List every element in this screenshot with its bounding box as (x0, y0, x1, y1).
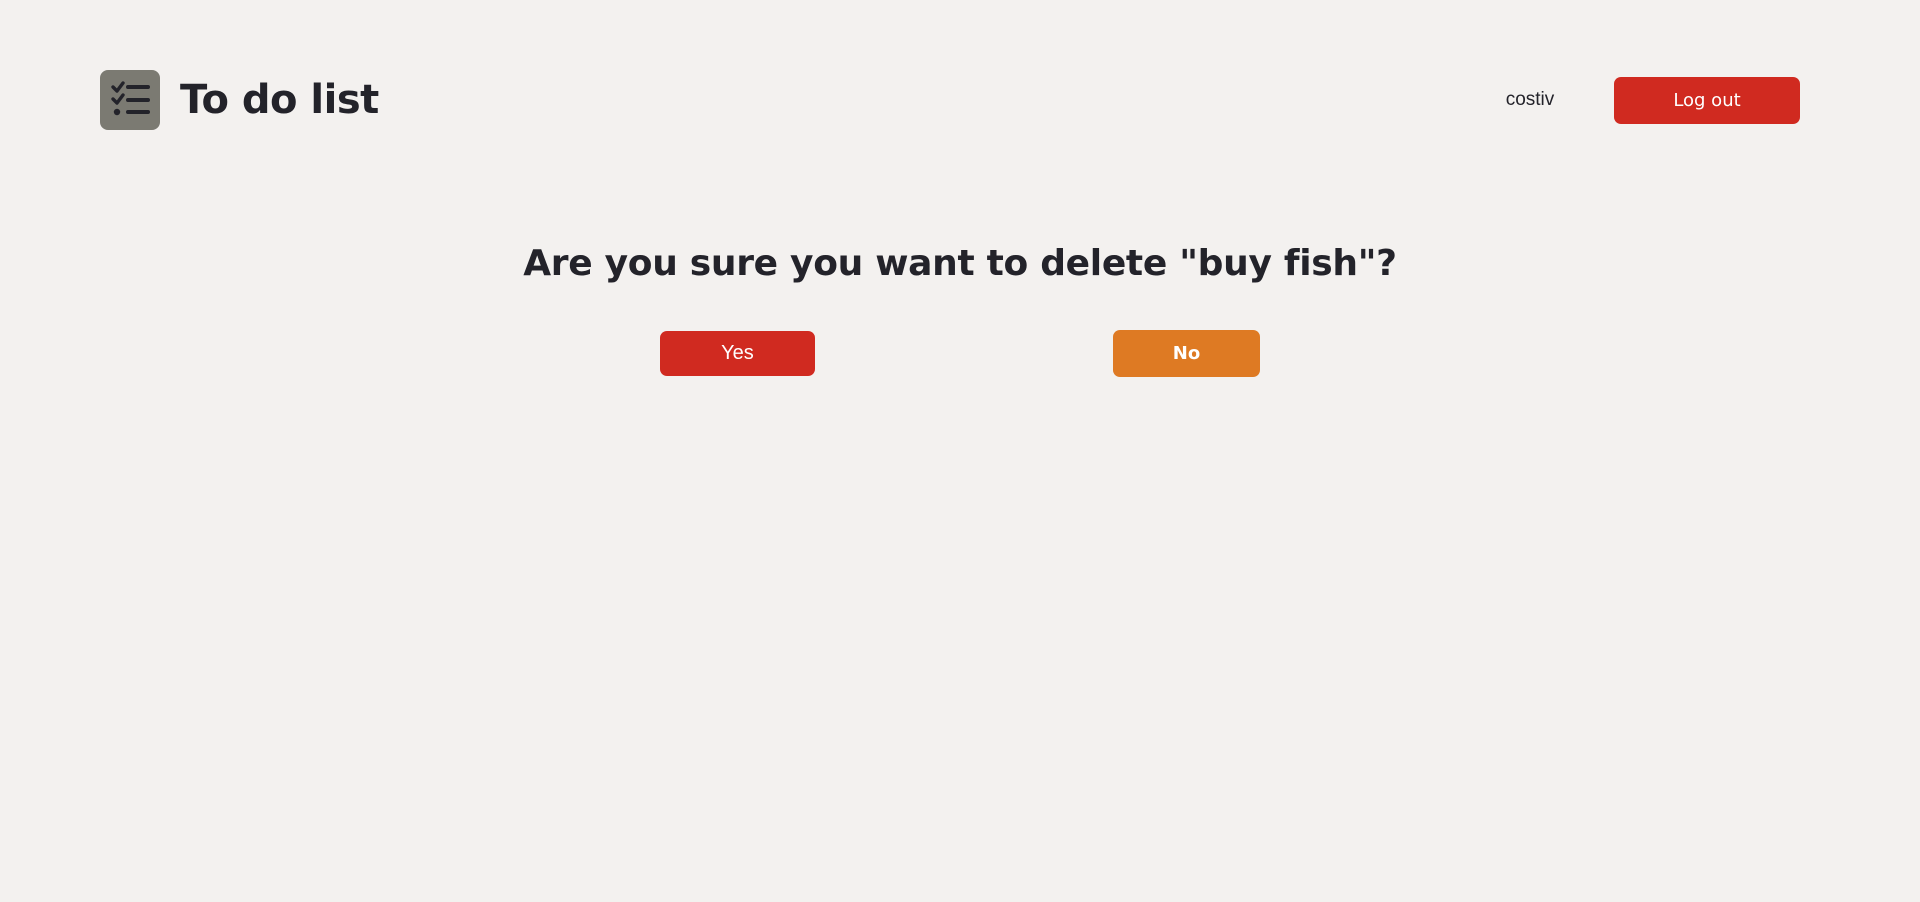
app-title: To do list (180, 77, 379, 123)
logout-button[interactable]: Log out (1614, 77, 1800, 124)
checklist-icon (100, 70, 160, 130)
no-button[interactable]: No (1113, 330, 1260, 377)
username-label: costiv (1505, 89, 1555, 110)
confirm-question: Are you sure you want to delete "buy fis… (523, 243, 1397, 284)
app-header: To do list costiv Log out (0, 0, 1920, 200)
yes-button[interactable]: Yes (660, 331, 815, 376)
